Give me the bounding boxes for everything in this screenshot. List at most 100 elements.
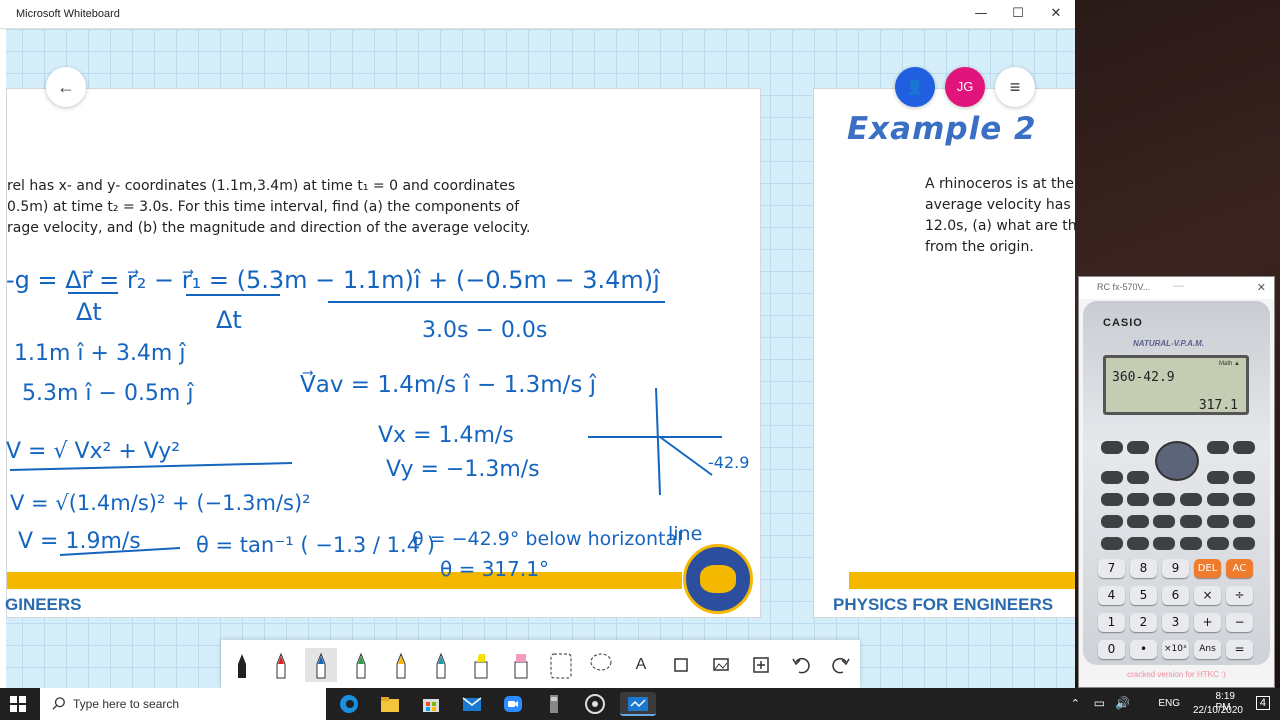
degree-key[interactable]: [1127, 515, 1149, 528]
key-0[interactable]: 0: [1098, 640, 1125, 659]
mail-icon[interactable]: [460, 692, 484, 716]
hyp-key[interactable]: [1153, 515, 1175, 528]
green-pen-tool[interactable]: [345, 648, 377, 682]
plus-key[interactable]: +: [1194, 613, 1221, 632]
calculator-expression: 360-42.9: [1112, 370, 1175, 385]
blue-pen-tool[interactable]: [305, 648, 337, 682]
close-button[interactable]: ✕: [1041, 4, 1071, 24]
key-5[interactable]: 5: [1130, 586, 1157, 605]
tan-key[interactable]: [1233, 515, 1255, 528]
sin-key[interactable]: [1180, 515, 1202, 528]
calculator-minimize-button[interactable]: —: [1173, 280, 1184, 292]
note-tool[interactable]: [665, 648, 697, 682]
clock-date[interactable]: 22/10/2020: [1193, 705, 1243, 716]
multiply-key[interactable]: ×: [1194, 586, 1221, 605]
ruler-tool[interactable]: [545, 648, 577, 682]
calculator-footer: cracked version for HTKC :): [1127, 670, 1226, 679]
network-icon[interactable]: ▭: [1094, 696, 1105, 710]
log-key[interactable]: [1207, 493, 1229, 506]
power-key[interactable]: [1180, 493, 1202, 506]
negative-key[interactable]: [1101, 515, 1123, 528]
close-paren-key[interactable]: [1180, 537, 1202, 550]
on-key[interactable]: [1233, 441, 1255, 454]
obs-icon[interactable]: [583, 692, 607, 716]
calculator-window[interactable]: RC fx-570V... ✕ — CASIO NATURAL-V.P.A.M.…: [1078, 276, 1275, 688]
user-avatar[interactable]: JG: [945, 67, 985, 107]
red-pen-tool[interactable]: [265, 648, 297, 682]
key-9[interactable]: 9: [1162, 559, 1189, 578]
key-2[interactable]: 2: [1130, 613, 1157, 632]
key-7[interactable]: 7: [1098, 559, 1125, 578]
calc-key[interactable]: [1101, 471, 1123, 484]
black-pen-tool[interactable]: [226, 648, 258, 682]
slide-example-2[interactable]: Example 2 A rhinoceros is at the average…: [813, 88, 1075, 618]
calculator-replay-pad[interactable]: [1155, 441, 1199, 481]
log-base-key[interactable]: [1233, 471, 1255, 484]
integral-key[interactable]: [1127, 471, 1149, 484]
add-tool[interactable]: [745, 648, 777, 682]
rcl-key[interactable]: [1101, 537, 1123, 550]
windows-start-button[interactable]: [10, 696, 26, 712]
zoom-icon[interactable]: [501, 692, 525, 716]
del-key[interactable]: DEL: [1194, 559, 1221, 578]
minimize-button[interactable]: —: [966, 4, 996, 24]
decimal-key[interactable]: •: [1130, 640, 1157, 659]
back-button[interactable]: ←: [46, 67, 86, 107]
redo-button[interactable]: [825, 648, 857, 682]
key-6[interactable]: 6: [1162, 586, 1189, 605]
whiteboard-taskbar-icon[interactable]: [620, 692, 656, 716]
shift-key[interactable]: [1101, 441, 1123, 454]
divide-key[interactable]: ÷: [1226, 586, 1253, 605]
calculator-close-button[interactable]: ✕: [1257, 281, 1266, 294]
pink-highlighter-tool[interactable]: [505, 648, 537, 682]
inking-toolbar: A: [221, 640, 860, 688]
calculator-taskbar-icon[interactable]: [542, 692, 566, 716]
ln-key[interactable]: [1233, 493, 1255, 506]
image-tool[interactable]: [705, 648, 737, 682]
yellow-pen-tool[interactable]: [385, 648, 417, 682]
slide-example-1[interactable]: rel has x- and y- coordinates (1.1m,3.4m…: [5, 88, 761, 618]
square-key[interactable]: [1153, 493, 1175, 506]
store-icon[interactable]: [419, 692, 443, 716]
fraction-key[interactable]: [1101, 493, 1123, 506]
inverse-key[interactable]: [1207, 471, 1229, 484]
key-8[interactable]: 8: [1130, 559, 1157, 578]
eng-key[interactable]: [1127, 537, 1149, 550]
edge-icon[interactable]: [337, 692, 361, 716]
problem-text: A rhinoceros is at the average velocity …: [925, 174, 1075, 258]
m-plus-key[interactable]: [1233, 537, 1255, 550]
exp-key[interactable]: ×10ˣ: [1162, 640, 1189, 659]
menu-button[interactable]: ≡: [995, 67, 1035, 107]
alpha-key[interactable]: [1127, 441, 1149, 454]
ans-key[interactable]: Ans: [1194, 640, 1221, 659]
undo-button[interactable]: [785, 648, 817, 682]
teal-pen-tool[interactable]: [425, 648, 457, 682]
sqrt-key[interactable]: [1127, 493, 1149, 506]
taskbar-search-box[interactable]: Type here to search: [40, 688, 326, 720]
cos-key[interactable]: [1207, 515, 1229, 528]
text-tool[interactable]: A: [625, 648, 657, 682]
language-indicator[interactable]: ENG: [1158, 698, 1180, 709]
search-placeholder: Type here to search: [73, 697, 180, 711]
problem-line-3: rage velocity, and (b) the magnitude and…: [7, 220, 531, 236]
ruler-icon: [550, 653, 572, 679]
university-seal: [683, 544, 753, 614]
mode-key[interactable]: [1207, 441, 1229, 454]
equals-key[interactable]: =: [1226, 640, 1253, 659]
chevron-up-icon[interactable]: ⌃: [1071, 697, 1080, 710]
ac-key[interactable]: AC: [1226, 559, 1253, 578]
share-person-button[interactable]: 👤: [895, 67, 935, 107]
minus-key[interactable]: −: [1226, 613, 1253, 632]
key-3[interactable]: 3: [1162, 613, 1189, 632]
s-d-key[interactable]: [1207, 537, 1229, 550]
maximize-button[interactable]: ☐: [1003, 4, 1033, 24]
file-explorer-icon[interactable]: [378, 692, 402, 716]
open-paren-key[interactable]: [1153, 537, 1175, 550]
notification-center-button[interactable]: 4: [1255, 696, 1270, 710]
key-4[interactable]: 4: [1098, 586, 1125, 605]
key-1[interactable]: 1: [1098, 613, 1125, 632]
volume-icon[interactable]: 🔊: [1115, 696, 1130, 710]
lasso-select-tool[interactable]: [585, 648, 617, 682]
yellow-highlighter-tool[interactable]: [465, 648, 497, 682]
highlighter-icon: [514, 654, 528, 679]
